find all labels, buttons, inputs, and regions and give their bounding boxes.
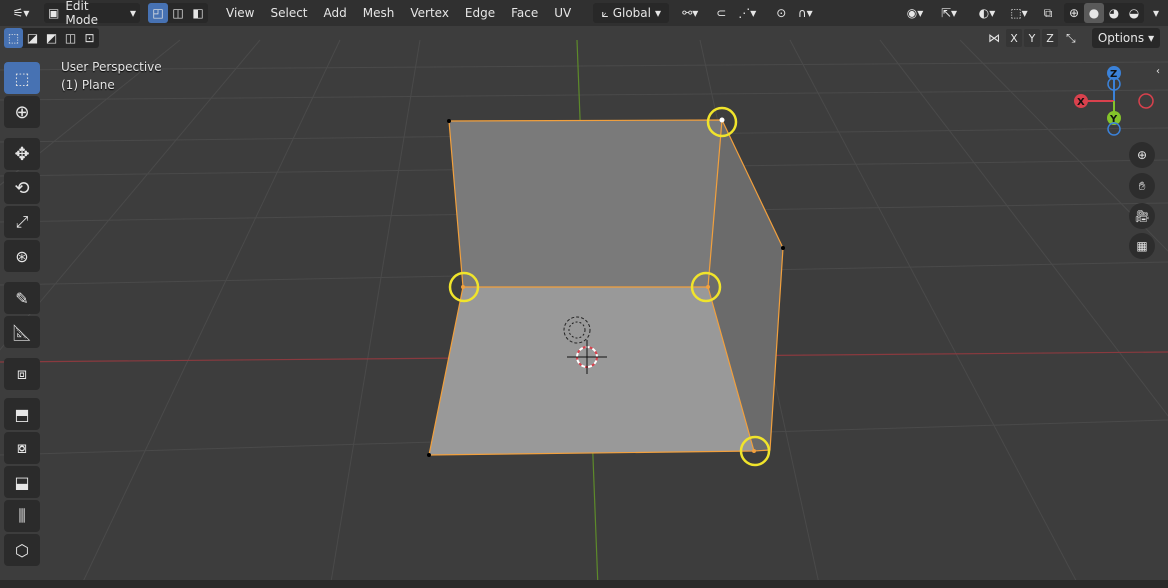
cursor-tool-icon[interactable]: ⊕ [4, 96, 40, 128]
options-dropdown[interactable]: Options ▾ [1092, 28, 1160, 48]
extrude-tool-icon[interactable]: ⬒ [4, 398, 40, 430]
falloff-curve-icon: ∩▾ [797, 6, 813, 20]
select-subtract-icon[interactable]: ◩ [42, 28, 61, 48]
perspective-grid-icon[interactable]: ▦ [1129, 233, 1155, 259]
gizmo-toggle[interactable]: ⇱▾ [934, 3, 964, 23]
mode-dropdown[interactable]: ▣ Edit Mode ▾ [44, 0, 140, 27]
xray-icon: ⧉ [1043, 5, 1053, 20]
rendered-shading-icon[interactable]: ◒ [1124, 3, 1144, 23]
chevron-down-icon: ▾ [1152, 6, 1160, 20]
snap-target-icon: ⋰▾ [738, 6, 757, 20]
inset-tool-icon[interactable]: ⧇ [4, 432, 40, 464]
pivot-icon: ⚯▾ [682, 6, 699, 20]
mesh-face-floor[interactable] [429, 287, 754, 455]
header-menus: View Select Add Mesh Vertex Edge Face UV [218, 2, 579, 24]
editor-type-icon: ⚟▾ [12, 6, 30, 20]
bevel-tool-icon[interactable]: ⬓ [4, 466, 40, 498]
proportional-edit-icon: ⊙ [776, 6, 787, 20]
shading-group: ⊕ ● ◕ ◒ [1064, 3, 1144, 23]
measure-tool-icon[interactable]: 📐︎ [4, 316, 40, 348]
loop-cut-tool-icon[interactable]: ⫼ [4, 500, 40, 532]
select-box-icon[interactable]: ⬚ [4, 62, 40, 94]
scale-tool-icon[interactable]: ⤢ [4, 206, 40, 238]
pan-hand-icon[interactable]: ✋︎ [1129, 173, 1155, 199]
select-intersect-icon[interactable]: ⊡ [80, 28, 99, 48]
edit-mode-icon: ▣ [48, 6, 60, 20]
rotate-tool-icon[interactable]: ⟲ [4, 172, 40, 204]
active-vertex[interactable] [719, 117, 725, 123]
tool-shelf: ⬚ ⊕ ✥ ⟲ ⤢ ⊛ ✎ 📐︎ ⧈ ⬒ ⧇ ⬓ ⫼ ⬡ [4, 60, 44, 568]
menu-add[interactable]: Add [316, 2, 355, 24]
edge-select-icon[interactable]: ◫ [168, 3, 188, 23]
face-select-icon[interactable]: ◧ [188, 3, 208, 23]
mirror-y-button[interactable]: Y [1024, 29, 1040, 47]
mirror-icon: ⋈ [988, 31, 1000, 45]
sidebar-toggle-icon[interactable]: ‹ [1156, 66, 1160, 77]
menu-mesh[interactable]: Mesh [355, 2, 403, 24]
shading-dropdown[interactable]: ▾ [1148, 3, 1164, 23]
options-label: Options [1097, 31, 1145, 45]
select-new-icon[interactable]: ⬚ [4, 28, 23, 48]
vertex-select-icon[interactable]: ◰ [148, 3, 168, 23]
mesh-overlays-toggle[interactable]: ⬚▾ [1004, 3, 1034, 23]
menu-vertex[interactable]: Vertex [402, 2, 457, 24]
mirror-z-button[interactable]: Z [1042, 29, 1058, 47]
zoom-icon[interactable]: ⊕ [1129, 142, 1155, 168]
chevron-down-icon: ▾ [129, 6, 136, 20]
viewport-canvas[interactable]: Z X Y [0, 0, 1168, 588]
chevron-down-icon: ▾ [654, 6, 662, 20]
gizmo-icon: ⇱▾ [940, 6, 958, 20]
chevron-down-icon: ▾ [1148, 31, 1155, 45]
view-name-label: User Perspective [61, 60, 162, 74]
menu-view[interactable]: View [218, 2, 262, 24]
editor-type-dropdown[interactable]: ⚟▾ [4, 3, 38, 23]
mesh-overlay-icon: ⬚▾ [1010, 6, 1028, 20]
xray-toggle[interactable]: ⧉ [1038, 3, 1058, 23]
snap-dropdown[interactable]: ⋰▾ [733, 3, 761, 23]
magnet-icon: ⊂ [716, 6, 727, 20]
orientation-label: Global [612, 6, 651, 20]
camera-view-icon[interactable]: 🎥︎ [1129, 203, 1155, 229]
add-cube-tool-icon[interactable]: ⧈ [4, 358, 40, 390]
svg-text:X: X [1077, 97, 1085, 108]
falloff-dropdown[interactable]: ∩▾ [791, 3, 819, 23]
transform-tool-icon[interactable]: ⊛ [4, 240, 40, 272]
pivot-dropdown[interactable]: ⚯▾ [675, 3, 705, 23]
proportional-edit-toggle[interactable]: ⊙ [771, 3, 791, 23]
solid-shading-icon[interactable]: ● [1084, 3, 1104, 23]
menu-face[interactable]: Face [503, 2, 546, 24]
mode-label: Edit Mode [65, 0, 99, 27]
visibility-dropdown[interactable]: ◉▾ [900, 3, 930, 23]
menu-edge[interactable]: Edge [457, 2, 503, 24]
mirror-x-button[interactable]: X [1006, 29, 1022, 47]
object-name-label: (1) Plane [61, 78, 115, 92]
selection-mode-group: ⬚ ◪ ◩ ◫ ⊡ [4, 28, 99, 48]
orientation-icon: ⟀ [601, 5, 609, 20]
overlays-toggle[interactable]: ◐▾ [972, 3, 1002, 23]
overlays-icon: ◐▾ [978, 6, 996, 20]
3d-viewport[interactable]: Z X Y ⚟▾ ▣ Edit Mode ▾ ◰ ◫ ◧ View Select… [0, 0, 1168, 588]
annotate-tool-icon[interactable]: ✎ [4, 282, 40, 314]
header-bar: ⚟▾ ▣ Edit Mode ▾ ◰ ◫ ◧ View Select Add M… [0, 0, 1168, 27]
select-invert-icon[interactable]: ◫ [61, 28, 80, 48]
eye-icon: ◉▾ [906, 6, 924, 20]
wireframe-shading-icon[interactable]: ⊕ [1064, 3, 1084, 23]
material-shading-icon[interactable]: ◕ [1104, 3, 1124, 23]
orientation-dropdown[interactable]: ⟀ Global ▾ [593, 3, 670, 23]
select-extend-icon[interactable]: ◪ [23, 28, 42, 48]
auto-merge-icon[interactable]: ⤡ [1066, 31, 1076, 46]
mesh-face-back[interactable] [449, 120, 722, 287]
mirror-options: ⋈ X Y Z ⤡ [988, 29, 1076, 47]
select-mode-group: ◰ ◫ ◧ [148, 3, 208, 23]
snap-toggle[interactable]: ⊂ [711, 3, 731, 23]
menu-select[interactable]: Select [262, 2, 315, 24]
move-tool-icon[interactable]: ✥ [4, 138, 40, 170]
knife-tool-icon[interactable]: ⬡ [4, 534, 40, 566]
menu-uv[interactable]: UV [546, 2, 579, 24]
